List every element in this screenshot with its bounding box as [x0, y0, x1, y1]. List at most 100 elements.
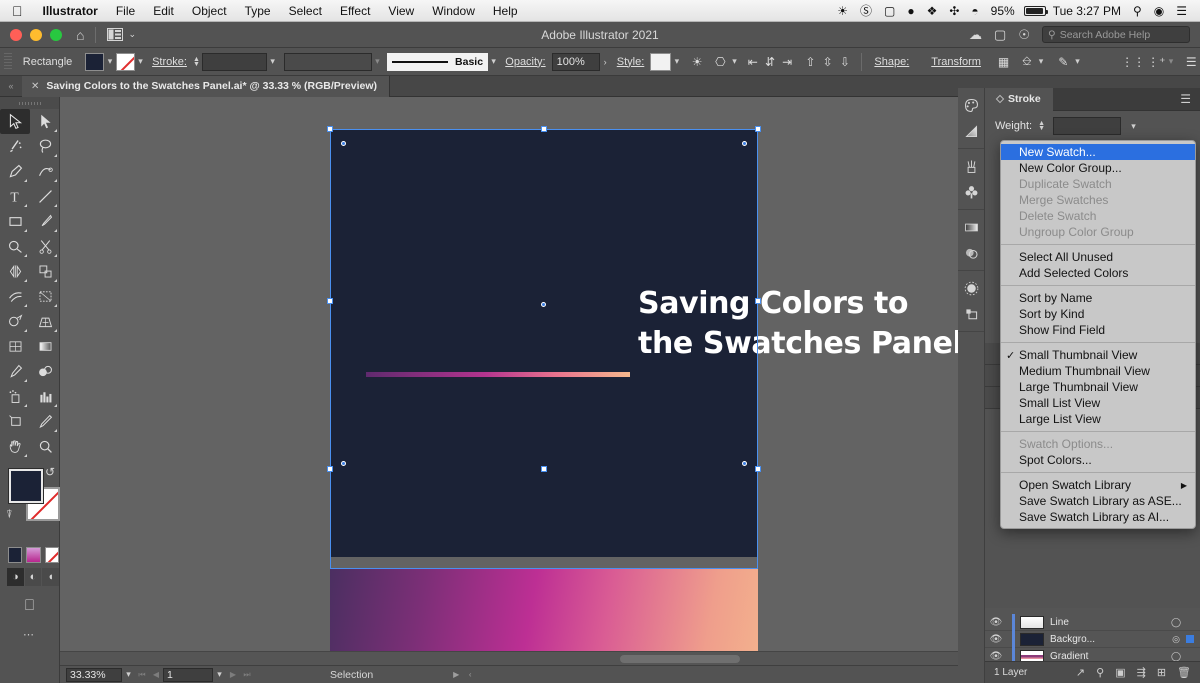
table-row[interactable]: 👁 Line ◯: [985, 614, 1200, 631]
direct-selection-tool[interactable]: [30, 109, 60, 134]
isolate-icon[interactable]: ▦: [995, 52, 1012, 71]
chevron-down-icon[interactable]: ▾: [1035, 56, 1046, 67]
sun-icon[interactable]: ☀: [832, 0, 853, 22]
notification-center-icon[interactable]: ☰: [1171, 0, 1192, 22]
gradient-rectangle[interactable]: [330, 569, 758, 651]
appearance-panel-icon[interactable]: [958, 214, 984, 240]
tab-stroke[interactable]: Stroke: [985, 88, 1053, 111]
edit-toolbar-icon[interactable]: ✎: [1055, 52, 1072, 71]
horizontal-scrollbar[interactable]: [60, 651, 971, 665]
style-label[interactable]: Style:: [611, 56, 651, 68]
cloud-documents-icon[interactable]: ☁: [969, 27, 982, 43]
delete-layer-icon[interactable]: 🗑: [1177, 666, 1191, 679]
chevron-down-icon[interactable]: ▾: [122, 669, 135, 680]
creative-cloud-icon[interactable]: Ⓢ: [855, 0, 877, 22]
chevron-down-icon[interactable]: ▾: [213, 669, 226, 680]
menu-effect[interactable]: Effect: [331, 0, 379, 22]
selection-handle[interactable]: [541, 126, 547, 132]
search-icon[interactable]: ⚲: [1128, 0, 1147, 22]
fill-swatch-button[interactable]: [85, 53, 104, 71]
align-center-h-icon[interactable]: ⇵: [761, 52, 778, 71]
anchor-point[interactable]: [341, 141, 346, 146]
close-icon[interactable]: ✕: [31, 81, 39, 92]
status-menu-icon[interactable]: ▶: [449, 670, 463, 679]
menu-item-sort-by-name[interactable]: Sort by Name: [1001, 290, 1195, 306]
layer-target-icon[interactable]: ◯: [1166, 617, 1186, 628]
chevron-down-icon[interactable]: ▾: [135, 56, 146, 67]
symbols-panel-icon[interactable]: [958, 179, 984, 205]
width-tool[interactable]: [0, 284, 30, 309]
previous-artboard-icon[interactable]: ◀: [149, 670, 163, 679]
menu-select[interactable]: Select: [280, 0, 331, 22]
panel-menu-icon[interactable]: ☰: [1180, 92, 1200, 106]
menu-item-new-color-group[interactable]: New Color Group...: [1001, 160, 1195, 176]
draw-inside-icon[interactable]: ◖: [42, 568, 59, 586]
selection-tool[interactable]: [0, 109, 30, 134]
menu-item-sort-by-kind[interactable]: Sort by Kind: [1001, 306, 1195, 322]
gradient-fill-button[interactable]: [26, 547, 40, 563]
selection-handle[interactable]: [755, 298, 761, 304]
drag-handle[interactable]: [4, 53, 12, 71]
weight-stepper[interactable]: ▲▼: [1038, 121, 1045, 131]
selection-handle[interactable]: [327, 298, 333, 304]
last-artboard-icon[interactable]: ⏭: [240, 670, 254, 680]
blend-tool[interactable]: [30, 359, 60, 384]
menu-item-medium-thumbnail-view[interactable]: Medium Thumbnail View: [1001, 363, 1195, 379]
maximize-window-button[interactable]: [50, 29, 62, 41]
opacity-label[interactable]: Opacity:: [499, 56, 551, 68]
menu-item-new-swatch[interactable]: New Swatch...: [1001, 144, 1195, 160]
collapse-left-icon[interactable]: «: [0, 81, 22, 91]
document-tab[interactable]: ✕ Saving Colors to the Swatches Panel.ai…: [22, 76, 390, 97]
menu-file[interactable]: File: [107, 0, 144, 22]
draw-normal-icon[interactable]: ◑: [7, 568, 24, 586]
anchor-point[interactable]: [341, 461, 346, 466]
default-fill-stroke-icon[interactable]: ⍒: [6, 509, 13, 522]
pen-tool[interactable]: [0, 159, 30, 184]
search-input[interactable]: ⚲ Search Adobe Help: [1042, 26, 1190, 43]
eye-icon[interactable]: 👁: [985, 634, 1007, 645]
status-resize-icon[interactable]: ‹: [463, 670, 477, 679]
selection-handle[interactable]: [755, 126, 761, 132]
menu-type[interactable]: Type: [236, 0, 280, 22]
artboard[interactable]: Saving Colors to the Swatches Panel: [330, 129, 758, 557]
rectangle-tool[interactable]: [0, 209, 30, 234]
align-top-icon[interactable]: ⇧: [802, 52, 819, 71]
hand-tool[interactable]: [0, 434, 30, 459]
gradient-panel-icon[interactable]: [958, 118, 984, 144]
selection-handle[interactable]: [327, 466, 333, 472]
draw-behind-icon[interactable]: ◐: [25, 568, 42, 586]
menu-edit[interactable]: Edit: [144, 0, 183, 22]
graphic-style-button[interactable]: [650, 53, 671, 71]
anchor-point[interactable]: [742, 141, 747, 146]
screen-icon[interactable]: ▢: [994, 27, 1006, 43]
layer-target-icon[interactable]: ◎: [1166, 634, 1186, 645]
dropbox-icon[interactable]: ❖: [922, 0, 943, 22]
canvas-area[interactable]: Saving Colors to the Swatches Panel 33.3…: [60, 97, 985, 683]
layer-name[interactable]: Backgro...: [1050, 634, 1166, 645]
selection-handle[interactable]: [327, 126, 333, 132]
distribute-spacing-icon[interactable]: ⋮⁺: [1147, 52, 1165, 71]
align-right-icon[interactable]: ⇥: [779, 52, 796, 71]
weight-input[interactable]: [1053, 117, 1121, 135]
line-segment-tool[interactable]: [30, 184, 60, 209]
magic-wand-tool[interactable]: [0, 134, 30, 159]
layer-name[interactable]: Gradient: [1050, 651, 1166, 662]
transparency-panel-icon[interactable]: [958, 240, 984, 266]
table-row[interactable]: 👁 Backgro... ◎: [985, 631, 1200, 648]
menu-item-select-all-unused[interactable]: Select All Unused: [1001, 249, 1195, 265]
stroke-profile-dropdown[interactable]: [284, 53, 372, 71]
free-transform-tool[interactable]: [30, 284, 60, 309]
swatches-panel-context-menu[interactable]: New Swatch...New Color Group...Duplicate…: [1000, 140, 1196, 529]
zoom-tool[interactable]: [30, 434, 60, 459]
menu-item-small-thumbnail-view[interactable]: ✓Small Thumbnail View: [1001, 347, 1195, 363]
zoom-level-input[interactable]: 33.33%: [66, 668, 122, 682]
lasso-tool[interactable]: [30, 134, 60, 159]
menu-object[interactable]: Object: [183, 0, 236, 22]
dnd-icon[interactable]: ✣: [944, 0, 964, 22]
chevron-down-icon[interactable]: ▾: [488, 56, 499, 67]
layer-target-icon[interactable]: ◯: [1166, 651, 1186, 662]
menu-item-add-selected-colors[interactable]: Add Selected Colors: [1001, 265, 1195, 281]
select-similar-icon[interactable]: ⎒: [1018, 52, 1035, 71]
first-artboard-icon[interactable]: ⏮: [135, 670, 149, 680]
scissors-tool[interactable]: [30, 234, 60, 259]
